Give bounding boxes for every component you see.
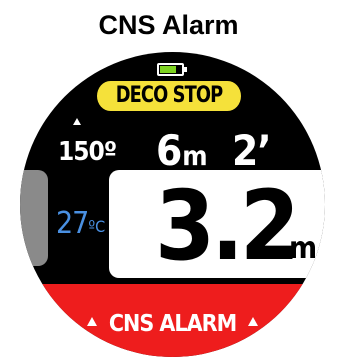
temperature-unit: ºC bbox=[88, 217, 106, 236]
current-depth-value: 3.2 bbox=[155, 170, 300, 282]
watch-face: DECO STOP 150º 6m 2’ 27ºC 3.2 m CNS ALAR… bbox=[20, 52, 325, 357]
compass-heading: 150º bbox=[58, 137, 117, 167]
cns-alarm-banner: CNS ALARM bbox=[20, 310, 325, 338]
battery-icon bbox=[157, 63, 184, 76]
deco-stop-depth-value: 6 bbox=[156, 126, 182, 175]
current-depth-panel: 3.2 m bbox=[109, 170, 325, 278]
gauge-bar bbox=[20, 170, 48, 266]
cns-alarm-label: CNS ALARM bbox=[108, 311, 237, 337]
page-title: CNS Alarm bbox=[98, 10, 239, 40]
deco-stop-depth-unit: m bbox=[182, 141, 208, 172]
temperature-value: 27 bbox=[56, 206, 89, 241]
up-arrow-icon bbox=[73, 118, 81, 125]
water-temperature: 27ºC bbox=[56, 207, 105, 241]
deco-stop-badge: DECO STOP bbox=[97, 81, 241, 111]
current-depth-unit: m bbox=[289, 231, 318, 266]
deco-stop-time: 2’ bbox=[232, 126, 272, 175]
battery-terminal bbox=[184, 67, 187, 72]
up-arrow-icon bbox=[248, 317, 259, 326]
up-arrow-icon bbox=[86, 317, 97, 326]
battery-level-fill bbox=[160, 66, 176, 73]
